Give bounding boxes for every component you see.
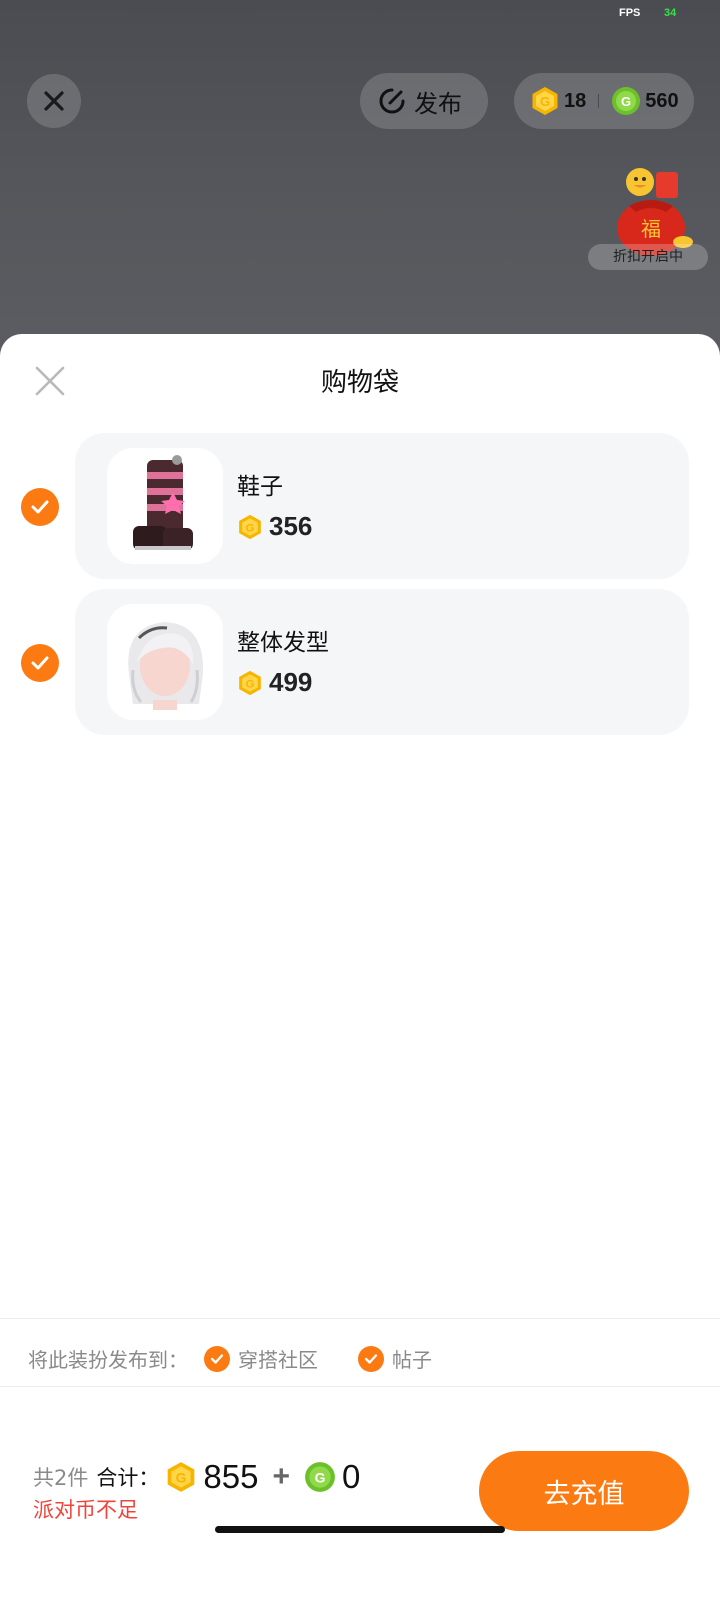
item-name: 鞋子 <box>237 474 283 500</box>
item-card[interactable]: 鞋子 G 356 <box>75 433 689 579</box>
item-price-value: 356 <box>269 511 313 541</box>
cart-item: 整体发型 G 499 <box>0 589 720 735</box>
divider <box>0 1386 720 1387</box>
currency-separator <box>598 94 600 108</box>
green-total: 0 <box>341 1458 361 1495</box>
green-coin-icon: G <box>612 87 641 115</box>
svg-text:G: G <box>315 1469 326 1485</box>
green-coin-icon: G <box>305 1462 335 1492</box>
gold-coin-icon: G <box>239 514 261 539</box>
check-icon <box>210 1353 224 1364</box>
option-post[interactable]: 帖子 <box>358 1344 432 1373</box>
svg-text:G: G <box>246 522 255 534</box>
home-indicator[interactable] <box>215 1526 505 1533</box>
hairstyle-image <box>128 622 204 710</box>
check-icon <box>31 500 49 514</box>
gold-coin-icon: G <box>532 87 558 115</box>
fps-value: 34 <box>664 7 677 19</box>
item-thumbnail <box>107 604 223 720</box>
svg-text:G: G <box>621 94 631 109</box>
item-count: 共2件 <box>33 1466 89 1490</box>
green-coin-balance: 560 <box>645 89 679 112</box>
svg-text:G: G <box>540 94 550 109</box>
option-outfit-community[interactable]: 穿搭社区 <box>204 1344 318 1373</box>
currency-balance[interactable]: G 18 G 560 <box>514 73 694 129</box>
total-label: 合计： <box>96 1466 160 1490</box>
gold-coin-balance: 18 <box>564 89 587 112</box>
gold-coin-icon: G <box>239 670 261 695</box>
gold-coin-icon: G <box>168 1462 195 1492</box>
check-icon <box>31 656 49 670</box>
option-label: 帖子 <box>392 1348 432 1372</box>
option-checkbox[interactable] <box>204 1345 230 1372</box>
discount-badge[interactable]: 折扣开启中 <box>588 244 708 270</box>
item-price-value: 499 <box>269 667 313 697</box>
recharge-button[interactable]: 去充值 <box>479 1451 689 1531</box>
svg-text:福: 福 <box>641 217 661 241</box>
gold-total: 855 <box>203 1458 259 1495</box>
item-name: 整体发型 <box>237 630 329 656</box>
shopping-bag-sheet: 购物袋 鞋子 G 356 整体发型 G 499 将此装扮发布到： 穿搭社区 帖子… <box>0 334 720 1600</box>
item-thumbnail <box>107 448 223 564</box>
publish-button[interactable]: 发布 <box>360 73 488 129</box>
item-price: G 499 <box>237 667 312 698</box>
plus-sign: + <box>272 1460 290 1493</box>
option-checkbox[interactable] <box>358 1345 384 1372</box>
checkout-footer: 共2件 合计： G 855 + G 0 派对币不足 去充值 <box>0 1414 720 1600</box>
close-icon <box>44 91 64 111</box>
publish-to-bar: 将此装扮发布到： 穿搭社区 帖子 <box>28 1344 472 1373</box>
publish-label: 发布 <box>414 90 462 118</box>
sheet-title: 购物袋 <box>320 368 399 398</box>
item-card[interactable]: 整体发型 G 499 <box>75 589 689 735</box>
publish-to-label: 将此装扮发布到： <box>28 1348 188 1372</box>
publish-icon <box>379 88 405 114</box>
total-line: 共2件 合计： G 855 + G 0 <box>33 1458 360 1496</box>
item-checkbox[interactable] <box>21 644 59 682</box>
insufficient-warning: 派对币不足 <box>33 1498 138 1522</box>
svg-text:G: G <box>176 1469 187 1485</box>
exit-button[interactable] <box>27 74 81 128</box>
svg-text:G: G <box>246 678 255 690</box>
item-price: G 356 <box>237 511 312 542</box>
divider <box>0 1318 720 1319</box>
check-icon <box>364 1353 378 1364</box>
fps-label: FPS <box>619 7 641 19</box>
cart-item: 鞋子 G 356 <box>0 433 720 579</box>
item-checkbox[interactable] <box>21 488 59 526</box>
boots-image <box>133 455 193 550</box>
option-label: 穿搭社区 <box>238 1348 318 1372</box>
